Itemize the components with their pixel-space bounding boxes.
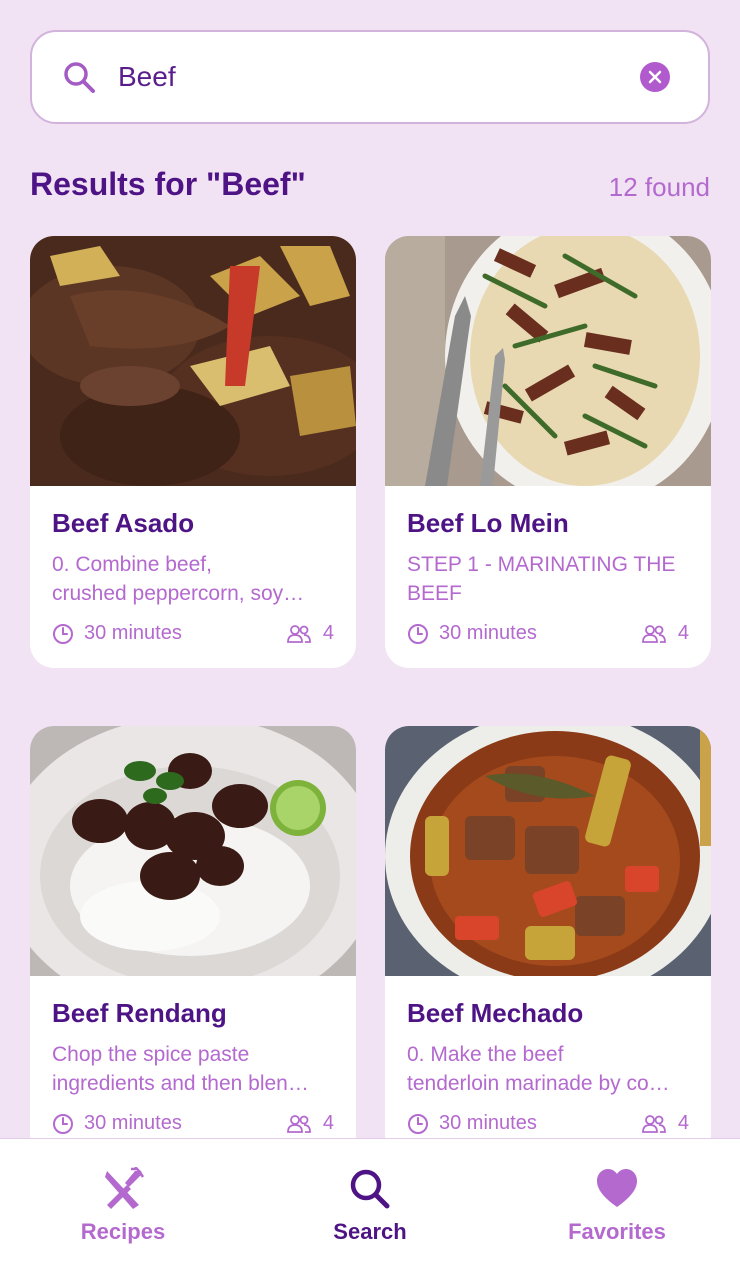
description-line: STEP 1 - MARINATING THE [407,553,676,576]
clock-icon [53,624,73,644]
recipe-description: 0. Combine beef, crushed peppercorn, soy… [52,550,334,608]
people-icon [287,625,311,643]
servings-count: 4 [677,1112,689,1134]
cook-time: 30 minutes [84,622,182,644]
tab-label: Search [333,1219,407,1244]
clock-icon [408,624,428,644]
recipe-photo [30,236,356,486]
recipe-title: Beef Mechado [407,998,584,1028]
search-bar[interactable]: Beef [30,30,710,124]
recipe-description: 0. Make the beef tenderloin marinade by … [407,1040,689,1098]
description-line: tenderloin marinade by co… [407,1072,670,1095]
description-line: ingredients and then blen… [52,1072,309,1095]
search-icon [350,1169,390,1209]
recipe-card-beef-lo-mein[interactable]: Beef Lo Mein STEP 1 - MARINATING THE BEE… [385,236,711,668]
cook-time: 30 minutes [84,1112,182,1134]
recipe-description: Chop the spice paste ingredients and the… [52,1040,334,1098]
tab-label: Favorites [568,1219,666,1244]
close-icon [648,70,662,84]
servings-count: 4 [322,1112,334,1134]
people-icon [642,625,666,643]
recipe-card-beef-rendang[interactable]: Beef Rendang Chop the spice paste ingred… [30,726,356,1158]
description-line: 0. Combine beef, [52,553,212,576]
recipe-photo [385,236,711,486]
fork-knife-icon [105,1167,145,1209]
clock-icon [408,1114,428,1134]
recipe-meta: 30 minutes 4 [407,622,689,646]
clear-search-button[interactable] [640,62,670,92]
recipe-meta: 30 minutes 4 [52,622,334,646]
results-title: Results for "Beef" [30,166,306,202]
recipe-meta: 30 minutes 4 [407,1112,689,1136]
recipe-title: Beef Rendang [52,998,227,1028]
heart-icon [597,1169,637,1207]
recipe-meta: 30 minutes 4 [52,1112,334,1136]
tab-recipes[interactable]: Recipes [23,1167,223,1245]
recipe-photo [30,726,356,976]
search-input[interactable]: Beef [118,32,176,122]
description-line: Chop the spice paste [52,1043,250,1066]
tab-favorites[interactable]: Favorites [517,1167,717,1245]
recipe-title: Beef Asado [52,508,195,538]
cook-time: 30 minutes [439,1112,537,1134]
search-icon [62,60,96,94]
tab-label: Recipes [80,1219,166,1244]
bottom-tab-bar: Recipes Search Favorites [0,1138,740,1281]
clock-icon [53,1114,73,1134]
results-count: 12 found [608,172,710,202]
description-line: BEEF [407,582,462,605]
recipe-title: Beef Lo Mein [407,508,569,538]
recipe-photo [385,726,711,976]
recipe-description: STEP 1 - MARINATING THE BEEF [407,550,689,608]
servings-count: 4 [677,622,689,644]
people-icon [642,1115,666,1133]
servings-count: 4 [322,622,334,644]
description-line: crushed peppercorn, soy… [52,582,305,605]
description-line: 0. Make the beef [407,1043,564,1066]
recipe-card-beef-asado[interactable]: Beef Asado 0. Combine beef, crushed pepp… [30,236,356,668]
cook-time: 30 minutes [439,622,537,644]
tab-search[interactable]: Search [270,1167,470,1245]
recipe-card-beef-mechado[interactable]: Beef Mechado 0. Make the beef tenderloin… [385,726,711,1158]
people-icon [287,1115,311,1133]
